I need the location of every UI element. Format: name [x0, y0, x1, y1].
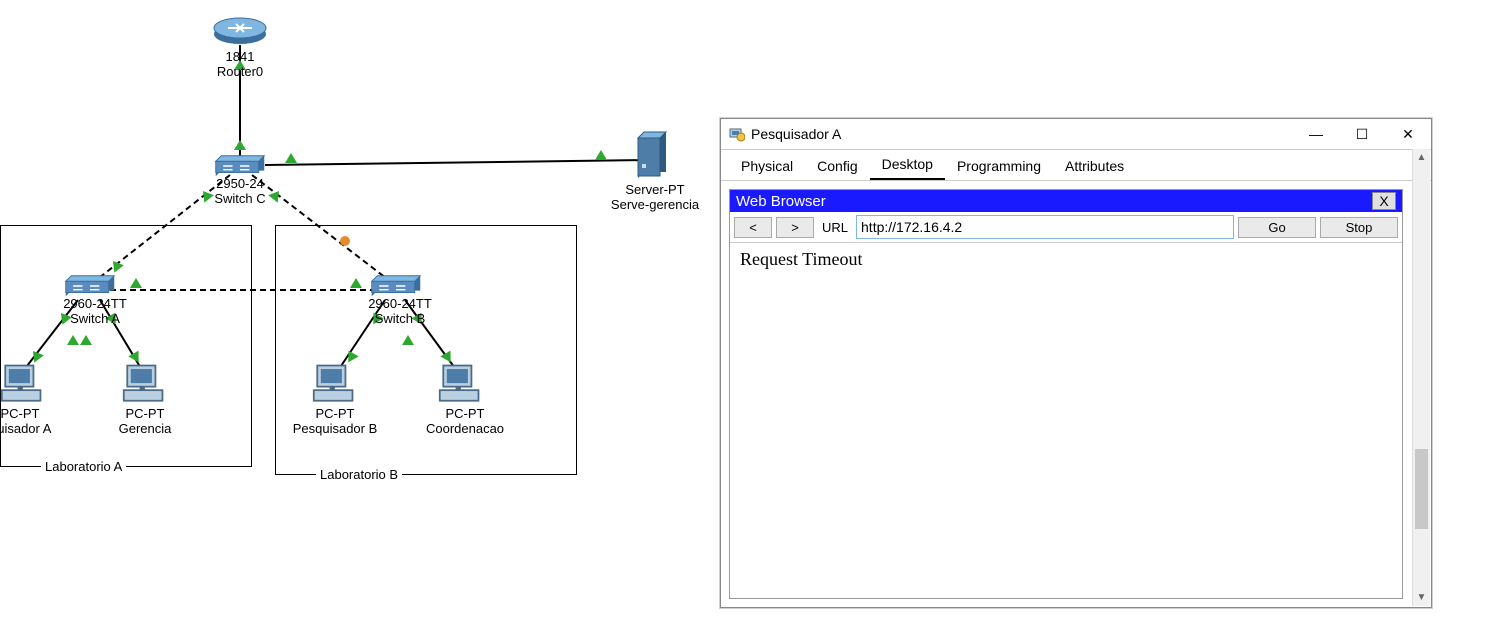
device-name-label: Switch C [205, 191, 275, 206]
group-label: Laboratorio A [41, 459, 126, 474]
browser-forward-button[interactable]: > [776, 217, 814, 238]
browser-close-button[interactable]: X [1372, 192, 1396, 210]
device-model-label: PC-PT [300, 406, 370, 421]
pc-icon [122, 362, 166, 406]
device-pc-gerencia[interactable] [122, 362, 166, 409]
scroll-down-icon[interactable]: ▼ [1413, 589, 1430, 606]
device-name-label: Gerencia [105, 421, 185, 436]
close-button[interactable]: ✕ [1385, 119, 1431, 149]
device-name-label: Pesquisador B [285, 421, 385, 436]
device-model-label: 2960-24TT [45, 296, 145, 311]
app-icon [729, 126, 745, 142]
browser-title-label: Web Browser [736, 193, 826, 210]
pc-icon [0, 362, 44, 406]
scroll-up-icon[interactable]: ▲ [1413, 149, 1430, 166]
link-status-icon [595, 150, 607, 160]
tab-programming[interactable]: Programming [945, 152, 1053, 180]
device-name-label: quisador A [0, 421, 70, 436]
device-model-label: 2950-24 [205, 176, 275, 191]
router-icon [210, 8, 270, 48]
minimize-button[interactable]: — [1293, 119, 1339, 149]
url-input[interactable] [856, 215, 1234, 239]
device-model-label: PC-PT [0, 406, 50, 421]
tab-desktop[interactable]: Desktop [870, 150, 945, 180]
device-router0[interactable] [210, 8, 270, 51]
browser-back-button[interactable]: < [734, 217, 772, 238]
device-name-label: Serve-gerencia [595, 197, 715, 212]
device-server[interactable] [636, 130, 670, 183]
device-model-label: Server-PT [610, 182, 700, 197]
link-status-icon [234, 140, 246, 150]
maximize-button[interactable]: ☐ [1339, 119, 1385, 149]
pc-config-window[interactable]: Pesquisador A — ☐ ✕ Physical Config Desk… [720, 118, 1432, 608]
device-name-label: Coordenacao [415, 421, 515, 436]
group-label: Laboratorio B [316, 467, 402, 482]
device-model-label: PC-PT [430, 406, 500, 421]
browser-content: Request Timeout [730, 243, 1402, 276]
device-pc-pesquisador-a[interactable] [0, 362, 44, 409]
browser-toolbar: < > URL Go Stop [730, 212, 1402, 243]
tab-attributes[interactable]: Attributes [1053, 152, 1136, 180]
scroll-thumb[interactable] [1415, 449, 1428, 529]
web-browser-panel: Web Browser X < > URL Go Stop Request Ti… [729, 189, 1403, 599]
group-laboratorio-b[interactable]: Laboratorio B [275, 225, 577, 475]
window-title: Pesquisador A [751, 126, 841, 142]
tab-physical[interactable]: Physical [729, 152, 805, 180]
tab-bar: Physical Config Desktop Programming Attr… [721, 150, 1431, 181]
pc-icon [438, 362, 482, 406]
link-status-icon [285, 153, 297, 163]
browser-go-button[interactable]: Go [1238, 217, 1316, 238]
pc-icon [312, 362, 356, 406]
server-icon [636, 130, 670, 180]
device-model-label: 1841 [215, 49, 265, 64]
device-model-label: 2960-24TT [350, 296, 450, 311]
tab-config[interactable]: Config [805, 152, 869, 180]
device-pc-coordenacao[interactable] [438, 362, 482, 409]
device-pc-pesquisador-b[interactable] [312, 362, 356, 409]
browser-stop-button[interactable]: Stop [1320, 217, 1398, 238]
url-label: URL [818, 220, 852, 235]
device-name-label: Router0 [210, 64, 270, 79]
browser-titlebar[interactable]: Web Browser X [730, 190, 1402, 212]
device-name-label: Switch B [350, 311, 450, 326]
device-model-label: PC-PT [115, 406, 175, 421]
window-titlebar[interactable]: Pesquisador A — ☐ ✕ [721, 119, 1431, 150]
device-name-label: Switch A [45, 311, 145, 326]
window-scrollbar[interactable]: ▲ ▼ [1412, 149, 1430, 606]
